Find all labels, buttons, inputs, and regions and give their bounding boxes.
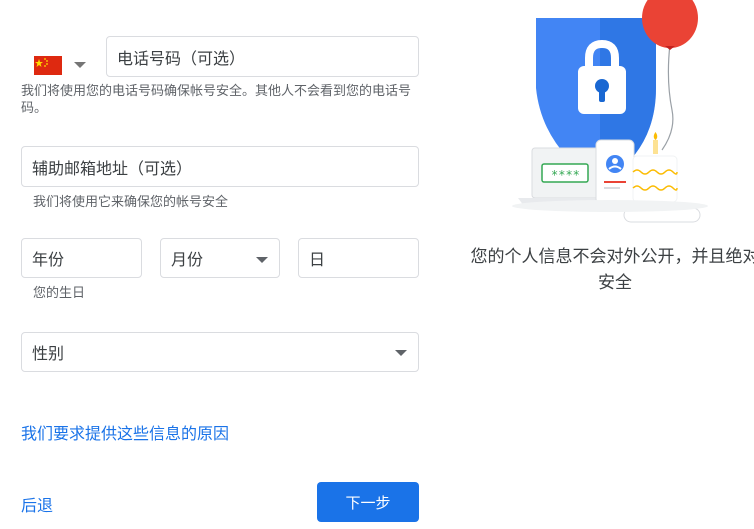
next-button[interactable]: 下一步 xyxy=(317,482,419,522)
birth-month-select[interactable]: 月份 xyxy=(160,238,280,278)
recovery-email-helper-text: 我们将使用它来确保您的帐号安全 xyxy=(33,195,229,210)
gender-select[interactable]: 性别 xyxy=(21,332,419,372)
chevron-down-icon xyxy=(74,62,86,68)
china-flag-icon xyxy=(34,56,62,75)
phone-placeholder: 电话号码（可选） xyxy=(117,48,246,68)
phone-device-icon xyxy=(595,139,635,205)
privacy-tagline: 您的个人信息不会对外公开，并且绝对安全 xyxy=(470,247,754,293)
security-illustration: **** xyxy=(512,0,708,223)
chevron-down-icon xyxy=(256,257,268,263)
country-selector[interactable] xyxy=(30,52,92,76)
recovery-email-field[interactable]: 辅助邮箱地址（可选） xyxy=(21,146,419,187)
birth-day-placeholder: 日 xyxy=(309,250,326,269)
next-button-label: 下一步 xyxy=(345,493,391,512)
phone-helper-text: 我们将使用您的电话号码确保帐号安全。其他人不会看到您的电话号码。 xyxy=(21,84,412,116)
gender-placeholder: 性别 xyxy=(32,344,65,363)
password-mask: **** xyxy=(551,168,580,182)
back-button[interactable]: 后退 xyxy=(21,492,53,516)
chevron-down-icon xyxy=(395,350,407,356)
balloon-string xyxy=(661,43,674,151)
birthday-helper-text: 您的生日 xyxy=(33,286,86,301)
birth-day-field[interactable]: 日 xyxy=(298,238,419,278)
why-info-link[interactable]: 我们要求提供这些信息的原因 xyxy=(21,420,229,444)
birth-year-placeholder: 年份 xyxy=(32,250,65,269)
phone-field[interactable]: 电话号码（可选） xyxy=(106,36,419,77)
birth-month-placeholder: 月份 xyxy=(171,250,204,269)
recovery-email-placeholder: 辅助邮箱地址（可选） xyxy=(32,158,193,178)
birth-year-field[interactable]: 年份 xyxy=(21,238,142,278)
